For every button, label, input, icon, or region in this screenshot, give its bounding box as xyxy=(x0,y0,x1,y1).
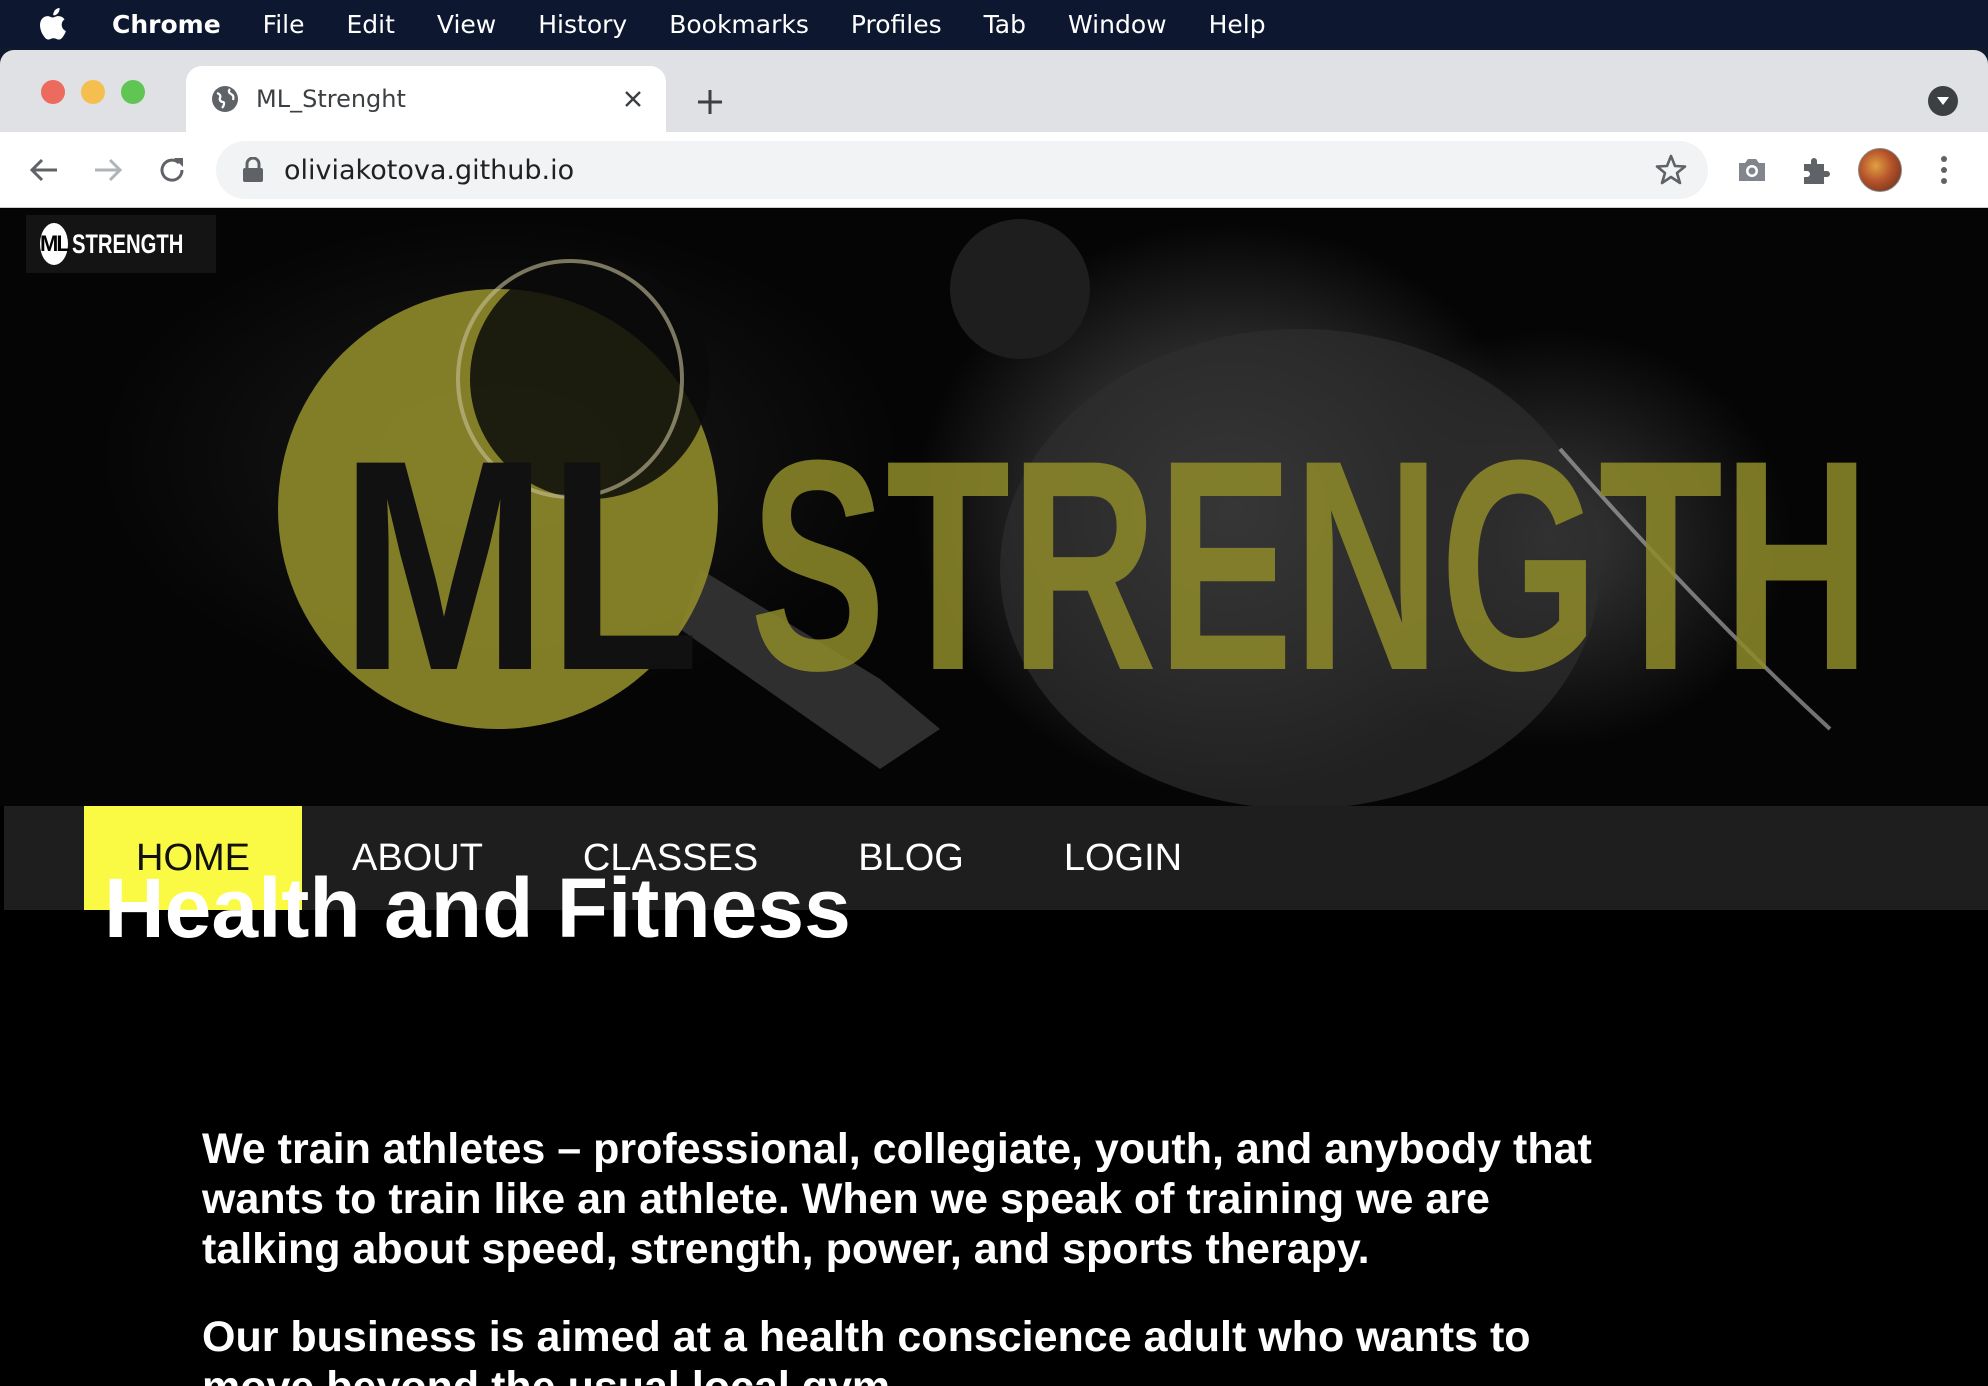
menu-view[interactable]: View xyxy=(437,10,496,39)
menu-tab[interactable]: Tab xyxy=(984,10,1026,39)
menu-edit[interactable]: Edit xyxy=(347,10,395,39)
bookmark-star-icon[interactable] xyxy=(1654,153,1688,187)
menu-file[interactable]: File xyxy=(263,10,305,39)
hero-graphic: ML STRENGTH xyxy=(278,219,1870,806)
tab-strip: ML_Strenght xyxy=(0,50,1988,132)
logo-word: STRENGTH xyxy=(71,228,184,259)
apple-icon[interactable] xyxy=(40,8,80,40)
macos-menubar: Chrome File Edit View History Bookmarks … xyxy=(0,0,1988,48)
chrome-menu-button[interactable] xyxy=(1924,150,1964,190)
business-paragraph: Our business is aimed at a health consci… xyxy=(202,1313,1531,1386)
page-heading: Health and Fitness xyxy=(104,861,851,955)
reload-button[interactable] xyxy=(152,150,192,190)
screenshot-button[interactable] xyxy=(1732,150,1772,190)
menu-bookmarks[interactable]: Bookmarks xyxy=(669,10,809,39)
back-button[interactable] xyxy=(24,150,64,190)
nav-login[interactable]: LOGIN xyxy=(1014,806,1232,910)
logo-mark: ML xyxy=(40,223,70,265)
new-tab-button[interactable] xyxy=(692,84,728,120)
plus-icon xyxy=(698,90,722,114)
browser-toolbar: oliviakotova.github.io xyxy=(0,132,1988,208)
reload-icon xyxy=(160,158,184,182)
intro-paragraph: We train athletes – professional, colleg… xyxy=(202,1125,1592,1273)
fullscreen-window-button[interactable] xyxy=(121,80,145,104)
tab-search-button[interactable] xyxy=(1928,86,1958,116)
menu-history[interactable]: History xyxy=(538,10,627,39)
site-logo[interactable]: ML STRENGTH xyxy=(26,215,216,273)
profile-avatar[interactable] xyxy=(1858,148,1902,192)
close-icon[interactable] xyxy=(618,84,648,114)
url-text[interactable]: oliviakotova.github.io xyxy=(284,155,574,186)
camera-icon xyxy=(1739,159,1765,181)
menu-profiles[interactable]: Profiles xyxy=(851,10,942,39)
hero-logo-word: STRENGTH xyxy=(750,397,1870,733)
hero-logo-mark: ML xyxy=(340,397,700,733)
puzzle-icon xyxy=(1804,158,1830,184)
tab-active[interactable]: ML_Strenght xyxy=(186,66,666,132)
arrow-right-icon xyxy=(95,158,123,182)
browser-window: ML_Strenght oliviakotova.github.io ML ST… xyxy=(0,50,1988,1386)
chevron-down-icon xyxy=(1937,97,1949,105)
close-window-button[interactable] xyxy=(41,80,65,104)
menu-chrome[interactable]: Chrome xyxy=(112,10,221,39)
minimize-window-button[interactable] xyxy=(81,80,105,104)
address-bar[interactable]: oliviakotova.github.io xyxy=(216,141,1708,199)
tab-title: ML_Strenght xyxy=(256,85,406,113)
hero-banner: ML STRENGTH ML STRENGTH xyxy=(0,209,1988,806)
more-vertical-icon xyxy=(1941,156,1947,184)
arrow-left-icon xyxy=(29,158,57,182)
lock-icon[interactable] xyxy=(242,156,264,183)
forward-button[interactable] xyxy=(88,150,128,190)
globe-icon xyxy=(210,84,240,114)
extensions-button[interactable] xyxy=(1796,150,1836,190)
menu-help[interactable]: Help xyxy=(1209,10,1266,39)
menu-window[interactable]: Window xyxy=(1068,10,1167,39)
